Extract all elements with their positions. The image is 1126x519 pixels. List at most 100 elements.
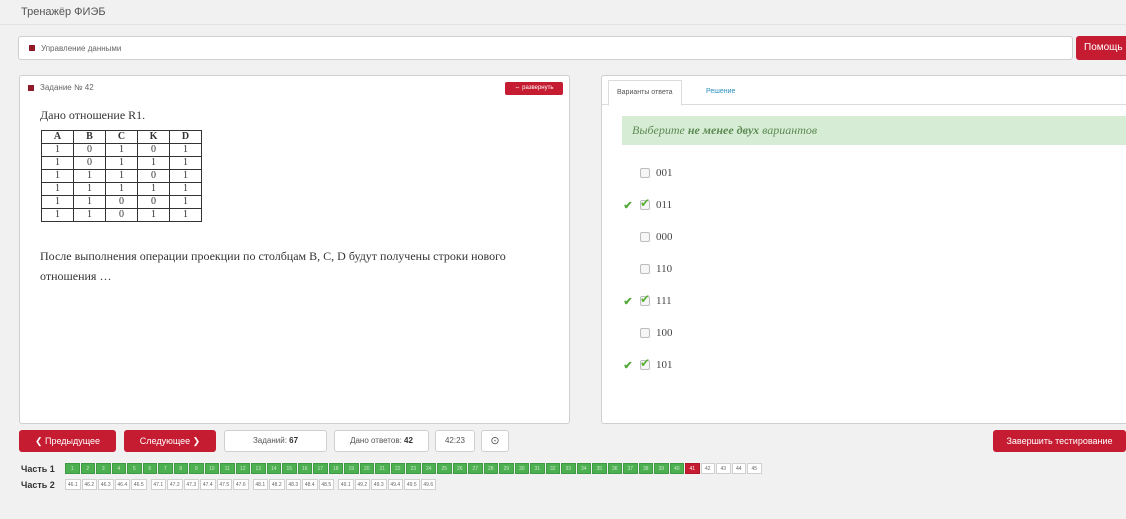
- part1-task-cell[interactable]: 16: [297, 463, 312, 474]
- answer-option[interactable]: ✔ 101: [622, 356, 672, 374]
- answer-option[interactable]: ✔ 011: [622, 196, 672, 214]
- part1-task-cell[interactable]: 43: [716, 463, 731, 474]
- part1-task-cell[interactable]: 6: [142, 463, 157, 474]
- part1-task-cell[interactable]: 26: [452, 463, 467, 474]
- part2-task-cell[interactable]: 49.6: [420, 479, 436, 490]
- option-checkbox[interactable]: [640, 356, 650, 370]
- part2-task-cell[interactable]: 46.5: [131, 479, 147, 490]
- part1-task-cell[interactable]: 27: [468, 463, 483, 474]
- part1-task-cell[interactable]: 35: [592, 463, 607, 474]
- part2-task-cell[interactable]: 48.1: [252, 479, 268, 490]
- answer-option[interactable]: 000: [622, 228, 673, 246]
- part2-task-cell[interactable]: 46.4: [114, 479, 130, 490]
- answer-option[interactable]: 100: [622, 324, 673, 342]
- next-button[interactable]: Следующее ❯: [124, 430, 216, 452]
- finish-button[interactable]: Завершить тестирование: [993, 430, 1126, 452]
- part1-task-cell[interactable]: 21: [375, 463, 390, 474]
- table-cell: 1: [169, 156, 202, 170]
- expand-button[interactable]: ⇔ развернуть: [505, 82, 563, 95]
- part1-task-cell[interactable]: 18: [328, 463, 343, 474]
- part2-task-cell[interactable]: 49.2: [354, 479, 370, 490]
- part1-task-cell[interactable]: 20: [359, 463, 374, 474]
- option-label: 001: [656, 167, 673, 179]
- part2-task-cell[interactable]: 49.4: [387, 479, 403, 490]
- part2-task-cell[interactable]: 46.2: [81, 479, 97, 490]
- part1-task-cell[interactable]: 31: [530, 463, 545, 474]
- part1-task-cell[interactable]: 4: [111, 463, 126, 474]
- part1-task-cell[interactable]: 30: [514, 463, 529, 474]
- option-checkbox[interactable]: [640, 168, 650, 178]
- part1-task-cell[interactable]: 19: [344, 463, 359, 474]
- part1-task-cell[interactable]: 33: [561, 463, 576, 474]
- part2-task-cell[interactable]: 46.3: [98, 479, 114, 490]
- answer-option[interactable]: 001: [622, 164, 673, 182]
- part1-task-cell[interactable]: 1: [65, 463, 80, 474]
- part1-task-cell[interactable]: 7: [158, 463, 173, 474]
- part1-task-cell[interactable]: 10: [204, 463, 219, 474]
- part1-task-cell[interactable]: 34: [576, 463, 591, 474]
- option-checkbox[interactable]: [640, 328, 650, 338]
- part1-task-cell[interactable]: 45: [747, 463, 762, 474]
- part2-task-cell[interactable]: 46.1: [65, 479, 81, 490]
- table-cell: 0: [105, 195, 138, 209]
- part1-task-cell[interactable]: 37: [623, 463, 638, 474]
- part1-task-cell[interactable]: 29: [499, 463, 514, 474]
- part1-task-cell[interactable]: 23: [406, 463, 421, 474]
- part2-task-cell[interactable]: 48.5: [318, 479, 334, 490]
- part1-task-cell[interactable]: 41: [685, 463, 700, 474]
- part1-task-cell[interactable]: 42: [700, 463, 715, 474]
- table-cell: 1: [105, 182, 138, 196]
- part1-task-cell[interactable]: 24: [421, 463, 436, 474]
- part1-task-cell[interactable]: 17: [313, 463, 328, 474]
- part1-cells: 1 2 3 4 5 6 7 8 9 10 11 12 13 14 15 16 17 18 19 20 21 22 23 24 2…: [65, 463, 763, 474]
- option-checkbox[interactable]: [640, 292, 650, 306]
- part1-task-cell[interactable]: 25: [437, 463, 452, 474]
- tab-answer-options[interactable]: Варианты ответа: [608, 80, 682, 106]
- part1-task-cell[interactable]: 8: [173, 463, 188, 474]
- part2-task-cell[interactable]: 49.3: [371, 479, 387, 490]
- option-checkbox[interactable]: [640, 232, 650, 242]
- part1-task-cell[interactable]: 39: [654, 463, 669, 474]
- instruction-post: вариантов: [759, 123, 818, 137]
- part2-task-cell[interactable]: 48.2: [269, 479, 285, 490]
- circle-gear-icon[interactable]: ⊙: [481, 430, 509, 452]
- part2-task-cell[interactable]: 49.1: [338, 479, 354, 490]
- part1-task-cell[interactable]: 11: [220, 463, 235, 474]
- tab-solution[interactable]: Решение: [698, 80, 743, 106]
- part1-task-cell[interactable]: 28: [483, 463, 498, 474]
- part1-task-cell[interactable]: 44: [731, 463, 746, 474]
- table-row: 11101: [41, 169, 202, 183]
- part1-task-cell[interactable]: 3: [96, 463, 111, 474]
- part1-task-cell[interactable]: 13: [251, 463, 266, 474]
- part2-task-cell[interactable]: 47.3: [183, 479, 199, 490]
- part2-task-cell[interactable]: 47.1: [150, 479, 166, 490]
- help-button[interactable]: Помощь: [1076, 36, 1126, 60]
- task-marker-icon: [28, 84, 34, 91]
- part1-task-cell[interactable]: 36: [607, 463, 622, 474]
- part2-task-cell[interactable]: 49.5: [404, 479, 420, 490]
- part2-task-cell[interactable]: 47.4: [200, 479, 216, 490]
- part2-task-cell[interactable]: 48.4: [302, 479, 318, 490]
- part1-task-cell[interactable]: 5: [127, 463, 142, 474]
- part1-task-cell[interactable]: 12: [235, 463, 250, 474]
- part1-task-cell[interactable]: 32: [545, 463, 560, 474]
- part1-task-cell[interactable]: 40: [669, 463, 684, 474]
- option-checkbox[interactable]: [640, 264, 650, 274]
- prev-button[interactable]: ❮ Предыдущее: [19, 430, 116, 452]
- part1-task-cell[interactable]: 2: [80, 463, 95, 474]
- table-header-cell: C: [105, 130, 138, 144]
- table-cell: 1: [137, 182, 170, 196]
- answer-option[interactable]: ✔ 111: [622, 292, 671, 310]
- part2-task-cell[interactable]: 47.6: [233, 479, 249, 490]
- instruction-pre: Выберите: [632, 123, 688, 137]
- part2-task-cell[interactable]: 47.2: [167, 479, 183, 490]
- part2-task-cell[interactable]: 47.5: [216, 479, 232, 490]
- part1-task-cell[interactable]: 38: [638, 463, 653, 474]
- part1-task-cell[interactable]: 15: [282, 463, 297, 474]
- part1-task-cell[interactable]: 22: [390, 463, 405, 474]
- part1-task-cell[interactable]: 14: [266, 463, 281, 474]
- part2-task-cell[interactable]: 48.3: [285, 479, 301, 490]
- part1-task-cell[interactable]: 9: [189, 463, 204, 474]
- answer-option[interactable]: 110: [622, 260, 672, 278]
- option-checkbox[interactable]: [640, 196, 650, 210]
